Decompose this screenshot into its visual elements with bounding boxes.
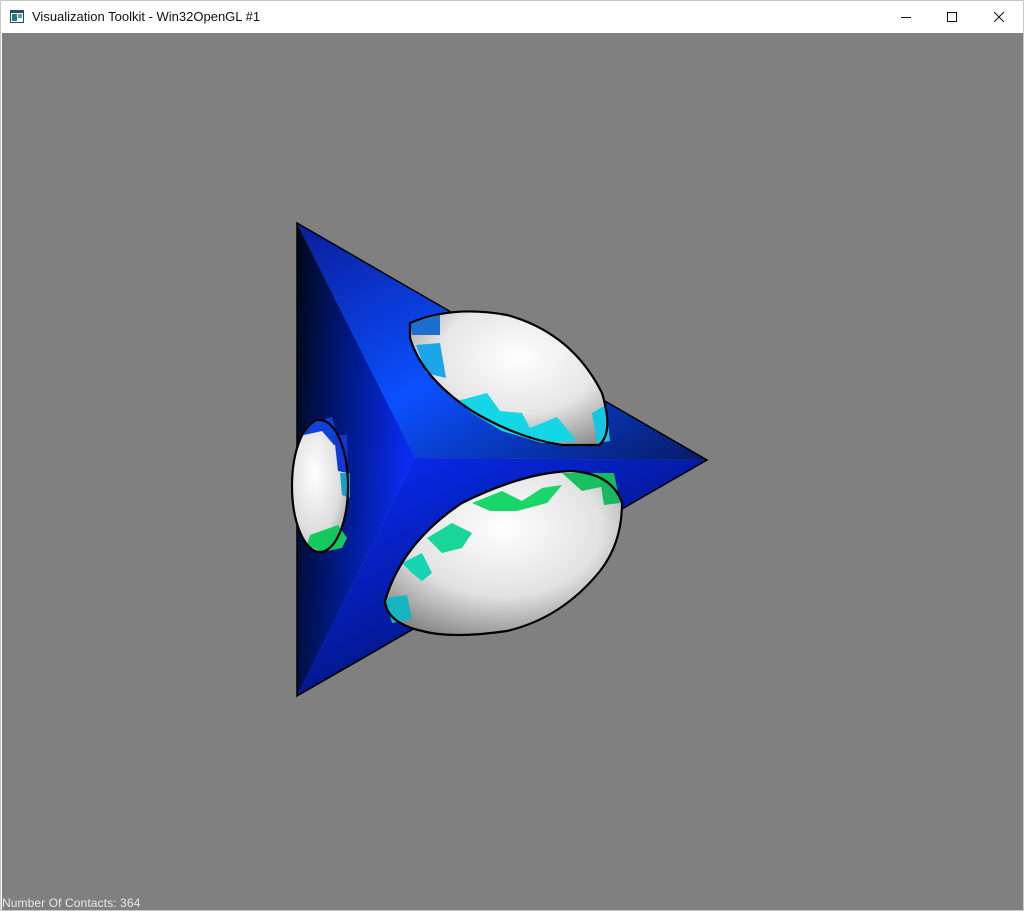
app-window: Visualization Toolkit - Win32OpenGL #1 N… (0, 0, 1024, 911)
white-sphere-left (290, 417, 350, 554)
render-scene (290, 221, 709, 698)
maximize-button[interactable] (929, 1, 975, 33)
minimize-icon (901, 17, 911, 18)
vtk-app-icon (10, 10, 24, 23)
title-bar[interactable]: Visualization Toolkit - Win32OpenGL #1 (1, 1, 1023, 33)
window-title: Visualization Toolkit - Win32OpenGL #1 (32, 9, 261, 24)
close-icon (993, 11, 1005, 23)
contacts-count-text: Number Of Contacts: 364 (2, 896, 141, 910)
maximize-icon (947, 12, 957, 22)
close-button[interactable] (976, 1, 1022, 33)
minimize-button[interactable] (883, 1, 929, 33)
render-viewport[interactable]: Number Of Contacts: 364 (2, 33, 1023, 910)
